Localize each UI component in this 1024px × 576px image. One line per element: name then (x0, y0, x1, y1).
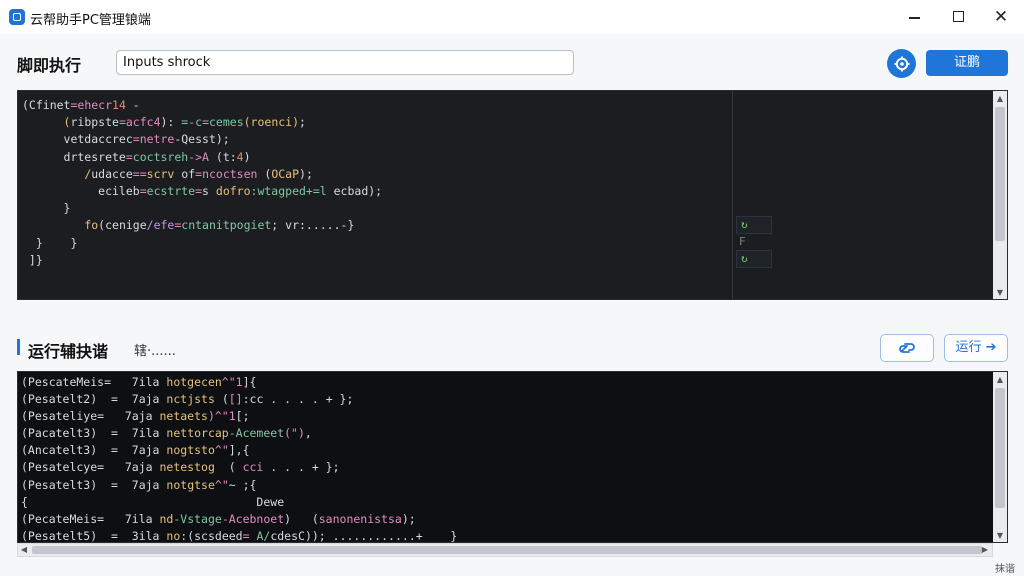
console-line: { Dewe (21, 494, 285, 509)
editor-vertical-scrollbar[interactable]: ▲ ▼ (993, 91, 1007, 299)
primary-action-button[interactable]: 证鹏 (926, 50, 1008, 76)
settings-button[interactable] (887, 49, 916, 78)
code-line: drtesrete=coctsreh->A (t:4) (22, 149, 251, 164)
script-section-title: 脚即执行 (17, 56, 82, 75)
console-line: (Pesateliye= 7aja netaets)^"1[; (21, 409, 250, 424)
copy-link-button[interactable] (880, 334, 934, 362)
refresh-icon[interactable]: ↻ (736, 250, 772, 268)
console-line: (PescateMeis= 7ila hotgecen^"1]{ (21, 375, 257, 389)
corner-label: 抹谐 (995, 564, 1015, 575)
code-line: } } (22, 235, 78, 250)
code-editor[interactable]: (Cfinet=ehecr14 - (ribpste=acfc4): =-c=c… (17, 90, 1008, 300)
console-line: (Pesatelcye= 7aja netestog ( cci . . . +… (21, 460, 340, 475)
code-line: ]} (22, 252, 43, 267)
scroll-up-icon[interactable]: ▲ (995, 374, 1005, 386)
console-output[interactable]: (PescateMeis= 7ila hotgecen^"1]{ (Pesatel… (21, 374, 458, 543)
window-title: 云帮助手PC管理锒端 (30, 13, 151, 28)
scroll-left-icon[interactable]: ◀ (19, 544, 29, 556)
code-line: } (22, 201, 71, 216)
arrow-right-icon: ➔ (981, 340, 997, 355)
code-line: /udacce==scrv of=ncoctsen (OCaP); (84, 166, 313, 181)
code-line: vetdaccrec=netre-Qesst); (22, 132, 230, 147)
section-accent-bar (17, 339, 20, 355)
script-input[interactable] (116, 50, 574, 75)
editor-code[interactable]: (Cfinet=ehecr14 - (ribpste=acfc4): =-c=c… (22, 97, 382, 269)
refresh-icon[interactable]: ↻ (736, 216, 772, 234)
minimap-divider (732, 91, 733, 299)
run-button-label: 运行 (955, 340, 982, 355)
console-line: (Pesatelt5) = 3ila no:(scsdeed= A/cdesC)… (21, 528, 458, 543)
console-horizontal-scrollbar[interactable]: ◀ ▶ (17, 543, 993, 557)
code-line: ecileb=ecstrte=s dofro:wtagped+=l ecbad)… (22, 183, 383, 198)
scroll-up-icon[interactable]: ▲ (995, 93, 1005, 105)
console-line: (Pesatelt2) = 7aja nctjsts ([]:cc . . . … (21, 392, 354, 407)
maximize-icon (953, 11, 964, 22)
scroll-down-icon[interactable]: ▼ (995, 530, 1005, 542)
app-logo-icon (9, 9, 25, 25)
output-section-title: 运行辅抉谐 (28, 342, 109, 361)
minimize-button[interactable] (904, 6, 926, 28)
code-line: fo(cenige/efe=cntanitpogiet; vr:.....-} (84, 218, 355, 233)
gear-icon (894, 56, 909, 71)
scroll-down-icon[interactable]: ▼ (995, 287, 1005, 299)
console-line: (PecateMeis= 7ila nd-Vstage-Acebnoet) (s… (21, 511, 416, 526)
scroll-right-icon[interactable]: ▶ (980, 544, 990, 556)
console-line: (Ancatelt3) = 7aja nogtsto^"],{ (21, 443, 250, 458)
console-line: (Pesatelt3) = 7aja notgtse^"~ ;{ (21, 477, 257, 492)
console-vertical-scrollbar[interactable]: ▲ ▼ (993, 372, 1007, 542)
close-icon: ✕ (993, 7, 1009, 27)
scrollbar-thumb[interactable] (995, 107, 1005, 241)
minimap-mark: F (739, 235, 746, 248)
code-line: (ribpste=acfc4): =-c=cemes(roenci); (63, 115, 306, 130)
link-icon (899, 343, 915, 353)
output-subtitle: 辖·...... (134, 344, 176, 359)
scrollbar-thumb[interactable] (995, 388, 1005, 508)
console-line: (Pacatelt3) = 7ila nettorcap-Acemeet("), (21, 426, 312, 441)
run-button[interactable]: 运行 ➔ (944, 334, 1008, 362)
minimize-icon (909, 17, 920, 19)
code-line: (Cfinet=ehecr14 - (22, 98, 140, 112)
output-console[interactable]: (PescateMeis= 7ila hotgecen^"1]{ (Pesatel… (17, 371, 1008, 543)
maximize-button[interactable] (948, 6, 970, 28)
scrollbar-thumb[interactable] (32, 546, 982, 554)
title-bar: 云帮助手PC管理锒端 ✕ (0, 0, 1024, 34)
close-button[interactable]: ✕ (990, 6, 1012, 28)
